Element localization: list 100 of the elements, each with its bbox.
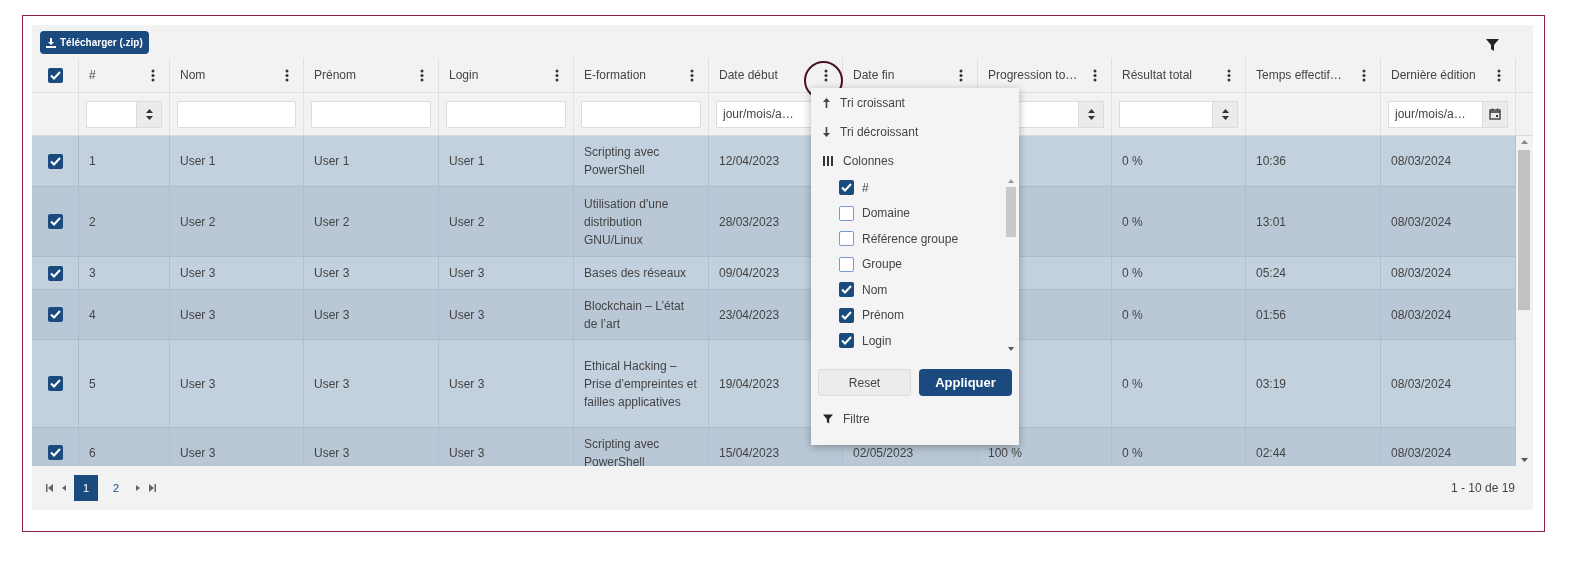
up-down-arrows-icon [145, 108, 153, 120]
table-cell-text: User 3 [314, 265, 350, 282]
checkbox-label: Domaine [862, 205, 911, 223]
table-cell-text: 08/03/2024 [1391, 306, 1452, 324]
menu-item[interactable]: Filtre [811, 404, 1019, 433]
table-cell-text: 05:24 [1256, 265, 1287, 282]
column-menu-icon[interactable] [1497, 68, 1501, 82]
table-cell-text: 23/04/2023 [719, 306, 780, 324]
column-checkbox[interactable] [839, 231, 854, 247]
spinner-button[interactable] [1213, 100, 1238, 128]
scroll-down-icon[interactable] [1008, 347, 1014, 351]
column-checkbox[interactable] [839, 205, 854, 221]
column-header: # [89, 67, 96, 84]
number-filter-field[interactable] [1119, 100, 1213, 128]
scrollbar-thumb[interactable] [1006, 187, 1016, 237]
column-checkbox[interactable] [839, 256, 854, 272]
table-cell-text: User 1 [449, 153, 485, 170]
table-cell-text: User 3 [314, 306, 350, 324]
table-cell-text: 3 [89, 265, 96, 282]
arrow-down-icon [823, 126, 830, 137]
filter-icon [823, 413, 833, 424]
date-filter-field[interactable]: jour/mois/a… [1388, 100, 1483, 128]
row-checkbox[interactable] [47, 307, 63, 322]
column-header: Progression to… [988, 67, 1078, 84]
apply-button[interactable]: Appliquer [919, 369, 1012, 396]
column-header: Date début [719, 67, 778, 84]
table-cell-text: Utilisation d'une distribution GNU/Linux [584, 195, 670, 249]
table-cell-text: 0 % [1122, 265, 1143, 282]
table-cell-text: User 2 [449, 213, 485, 231]
column-header: Dernière édition [1391, 67, 1476, 84]
row-checkbox[interactable] [47, 153, 63, 169]
row-checkbox[interactable] [47, 265, 63, 281]
checkbox-label: Référence groupe [862, 230, 959, 248]
column-menu-icon[interactable] [285, 68, 289, 82]
checkbox-label: Groupe [862, 256, 903, 274]
reset-button[interactable]: Reset [818, 369, 911, 396]
next-page-icon[interactable] [134, 484, 142, 492]
column-menu-icon[interactable] [420, 68, 424, 82]
pagination-range: 1 - 10 de 19 [1450, 480, 1515, 497]
select-all-checkbox[interactable] [47, 67, 63, 83]
column-menu-icon[interactable] [959, 68, 963, 82]
number-filter-field[interactable] [86, 100, 137, 128]
download-icon [46, 37, 56, 48]
column-header: Prénom [314, 67, 357, 84]
table-cell-text: 28/03/2023 [719, 213, 780, 231]
column-menu-icon[interactable] [555, 68, 559, 82]
columns-icon [823, 155, 833, 166]
row-checkbox[interactable] [47, 376, 63, 391]
previous-page-icon[interactable] [60, 484, 68, 492]
checkbox-label: # [862, 179, 869, 197]
arrow-up-icon [823, 97, 830, 108]
table-cell-text: 09/04/2023 [719, 265, 780, 282]
column-menu-icon[interactable] [1093, 68, 1097, 82]
table-cell-text: 0 % [1122, 375, 1143, 393]
checkbox-label: Login [862, 332, 892, 350]
column-checkbox[interactable] [839, 180, 854, 196]
column-menu-icon[interactable] [1227, 68, 1231, 82]
filter-field[interactable] [581, 100, 701, 128]
filter-icon[interactable] [1486, 39, 1499, 51]
table-cell-text: 10:36 [1256, 153, 1287, 170]
table-cell-text: 08/03/2024 [1391, 375, 1452, 393]
filter-field[interactable] [311, 100, 431, 128]
checkbox-label: Nom [862, 281, 888, 299]
table-cell-text: 08/03/2024 [1391, 213, 1452, 231]
column-menu-icon[interactable] [1362, 68, 1366, 82]
scroll-up-icon[interactable] [1520, 140, 1528, 144]
row-checkbox[interactable] [47, 445, 63, 460]
first-page-icon[interactable] [46, 484, 54, 492]
column-menu-icon[interactable] [824, 68, 828, 82]
table-cell-text: User 1 [314, 153, 350, 170]
column-checkbox[interactable] [839, 333, 854, 349]
up-down-arrows-icon [1221, 108, 1229, 120]
table-cell-text: 02/05/2023 [853, 444, 914, 462]
calendar-button[interactable] [1483, 100, 1508, 128]
spinner-button[interactable] [1079, 100, 1104, 128]
table-cell-text: 19/04/2023 [719, 375, 780, 393]
row-checkbox[interactable] [47, 214, 63, 229]
spinner-button[interactable] [137, 100, 162, 128]
table-cell-text: Blockchain – L’état de l’art [584, 297, 686, 333]
table-cell-text: User 3 [180, 306, 216, 324]
column-menu-icon[interactable] [151, 68, 155, 82]
table-cell-text: User 3 [314, 444, 350, 462]
table-cell-text: User 3 [180, 375, 216, 393]
scrollbar-thumb[interactable] [1518, 150, 1530, 310]
table-cell-text: 02:44 [1256, 444, 1287, 462]
column-header: Nom [180, 67, 206, 84]
table-cell-text: User 2 [314, 213, 350, 231]
filter-field[interactable] [177, 100, 296, 128]
page-button[interactable]: 1 [74, 475, 98, 501]
table-cell-text: Bases des réseaux [584, 265, 687, 282]
column-menu-icon[interactable] [690, 68, 694, 82]
column-checkbox[interactable] [839, 282, 854, 298]
last-page-icon[interactable] [148, 484, 156, 492]
scroll-up-icon[interactable] [1008, 179, 1014, 183]
download-button[interactable]: Télécharger (.zip) [40, 31, 149, 54]
column-checkbox[interactable] [839, 307, 854, 323]
page-button[interactable]: 2 [104, 475, 128, 501]
scroll-down-icon[interactable] [1520, 458, 1528, 462]
filter-field[interactable] [446, 100, 566, 128]
table-cell-text: 5 [89, 375, 96, 393]
